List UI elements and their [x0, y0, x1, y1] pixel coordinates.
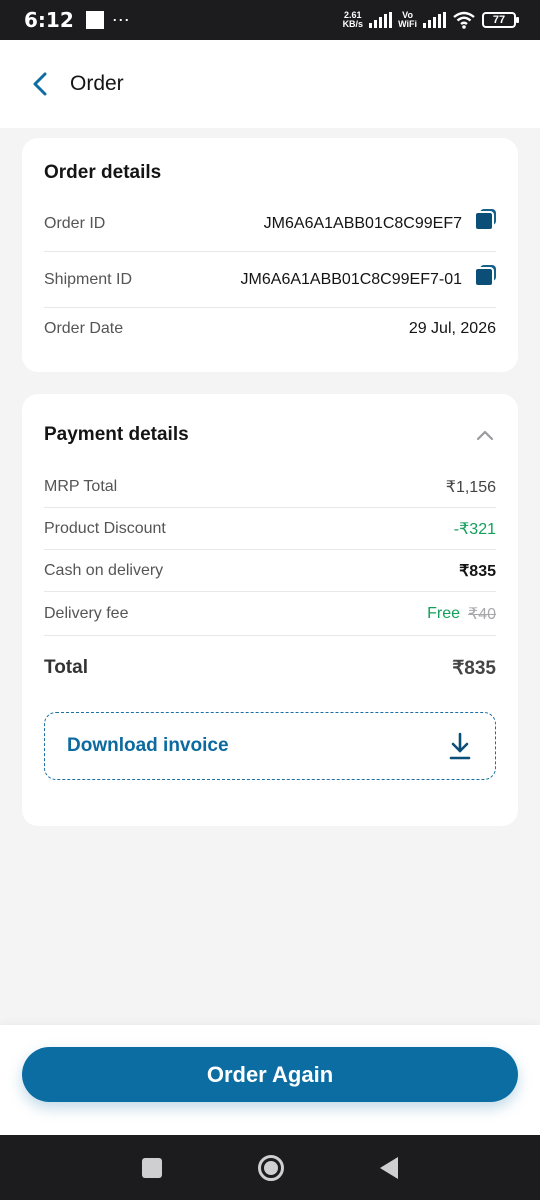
product-discount-value: -₹321 — [453, 521, 496, 538]
order-date-value: 29 Jul, 2026 — [408, 320, 496, 337]
chevron-left-icon — [33, 72, 47, 96]
mrp-total-label: MRP Total — [44, 478, 118, 495]
network-speed-unit: KB/s — [342, 19, 364, 29]
system-nav-bar — [0, 1135, 540, 1200]
delivery-fee-value: Free — [427, 605, 461, 622]
delivery-fee-value-group: Free ₹40 — [427, 604, 496, 624]
delivery-fee-row: Delivery fee Free ₹40 — [44, 592, 496, 636]
copy-icon[interactable] — [474, 209, 496, 231]
order-id-row: Order ID JM6A6A1ABB01C8C99EF7 — [44, 196, 496, 252]
download-invoice-label: Download invoice — [67, 735, 229, 756]
battery-icon: 77 — [482, 12, 519, 28]
order-again-button[interactable]: Order Again — [22, 1047, 518, 1102]
back-button[interactable] — [26, 70, 54, 98]
copy-icon[interactable] — [474, 265, 496, 287]
status-indicators: 2.61 KB/s Vo WiFi 77 — [343, 11, 519, 29]
vowifi-wifi: WiFi — [398, 19, 417, 29]
bottom-action-bar: Order Again — [0, 1025, 540, 1135]
chevron-up-icon[interactable] — [474, 424, 496, 446]
order-details-title: Order details — [44, 162, 162, 183]
signal-icon — [369, 12, 393, 28]
order-id-value: JM6A6A1ABB01C8C99EF7 — [263, 215, 462, 232]
delivery-fee-original: ₹40 — [468, 606, 496, 623]
order-date-label: Order Date — [44, 320, 124, 337]
page-title: Order — [70, 72, 124, 95]
product-discount-label: Product Discount — [44, 520, 166, 537]
home-icon[interactable] — [258, 1154, 284, 1181]
app-header: Order — [0, 40, 540, 128]
recents-icon[interactable] — [142, 1157, 162, 1178]
payment-details-title: Payment details — [44, 424, 189, 445]
shipment-id-row: Shipment ID JM6A6A1ABB01C8C99EF7-01 — [44, 252, 496, 308]
cash-on-delivery-row: Cash on delivery ₹835 — [44, 550, 496, 592]
order-id-value-group: JM6A6A1ABB01C8C99EF7 — [263, 209, 496, 233]
payment-details-card: Payment details MRP Total ₹1,156 Product… — [22, 394, 518, 826]
order-date-row: Order Date 29 Jul, 2026 — [44, 308, 496, 350]
status-time: 6:12 — [24, 8, 74, 32]
total-label: Total — [44, 657, 88, 678]
payment-details-header[interactable]: Payment details — [44, 424, 496, 446]
delivery-fee-label: Delivery fee — [44, 605, 129, 622]
download-icon — [449, 732, 471, 760]
order-id-label: Order ID — [44, 215, 106, 232]
shipment-id-label: Shipment ID — [44, 271, 133, 288]
notification-icon — [85, 11, 104, 29]
total-row: Total ₹835 — [44, 646, 496, 690]
download-invoice-button[interactable]: Download invoice — [44, 712, 496, 780]
mrp-total-value: ₹1,156 — [445, 479, 496, 496]
mrp-total-row: MRP Total ₹1,156 — [44, 466, 496, 508]
total-value: ₹835 — [452, 657, 496, 679]
shipment-id-value-group: JM6A6A1ABB01C8C99EF7-01 — [240, 265, 496, 289]
back-icon[interactable] — [380, 1156, 398, 1179]
signal-icon-2 — [423, 12, 446, 28]
order-details-card: Order details Order ID JM6A6A1ABB01C8C99… — [22, 138, 518, 372]
more-notifications-icon: ⋯ — [111, 9, 131, 30]
cash-on-delivery-value: ₹835 — [459, 563, 496, 580]
shipment-id-value: JM6A6A1ABB01C8C99EF7-01 — [240, 271, 462, 288]
wifi-icon — [453, 11, 475, 29]
vowifi-icon: Vo WiFi — [398, 11, 417, 29]
network-speed: 2.61 KB/s — [343, 11, 364, 29]
status-bar: 6:12 ⋯ 2.61 KB/s Vo WiFi 77 — [0, 0, 540, 40]
cash-on-delivery-label: Cash on delivery — [44, 562, 164, 579]
product-discount-row: Product Discount -₹321 — [44, 508, 496, 550]
